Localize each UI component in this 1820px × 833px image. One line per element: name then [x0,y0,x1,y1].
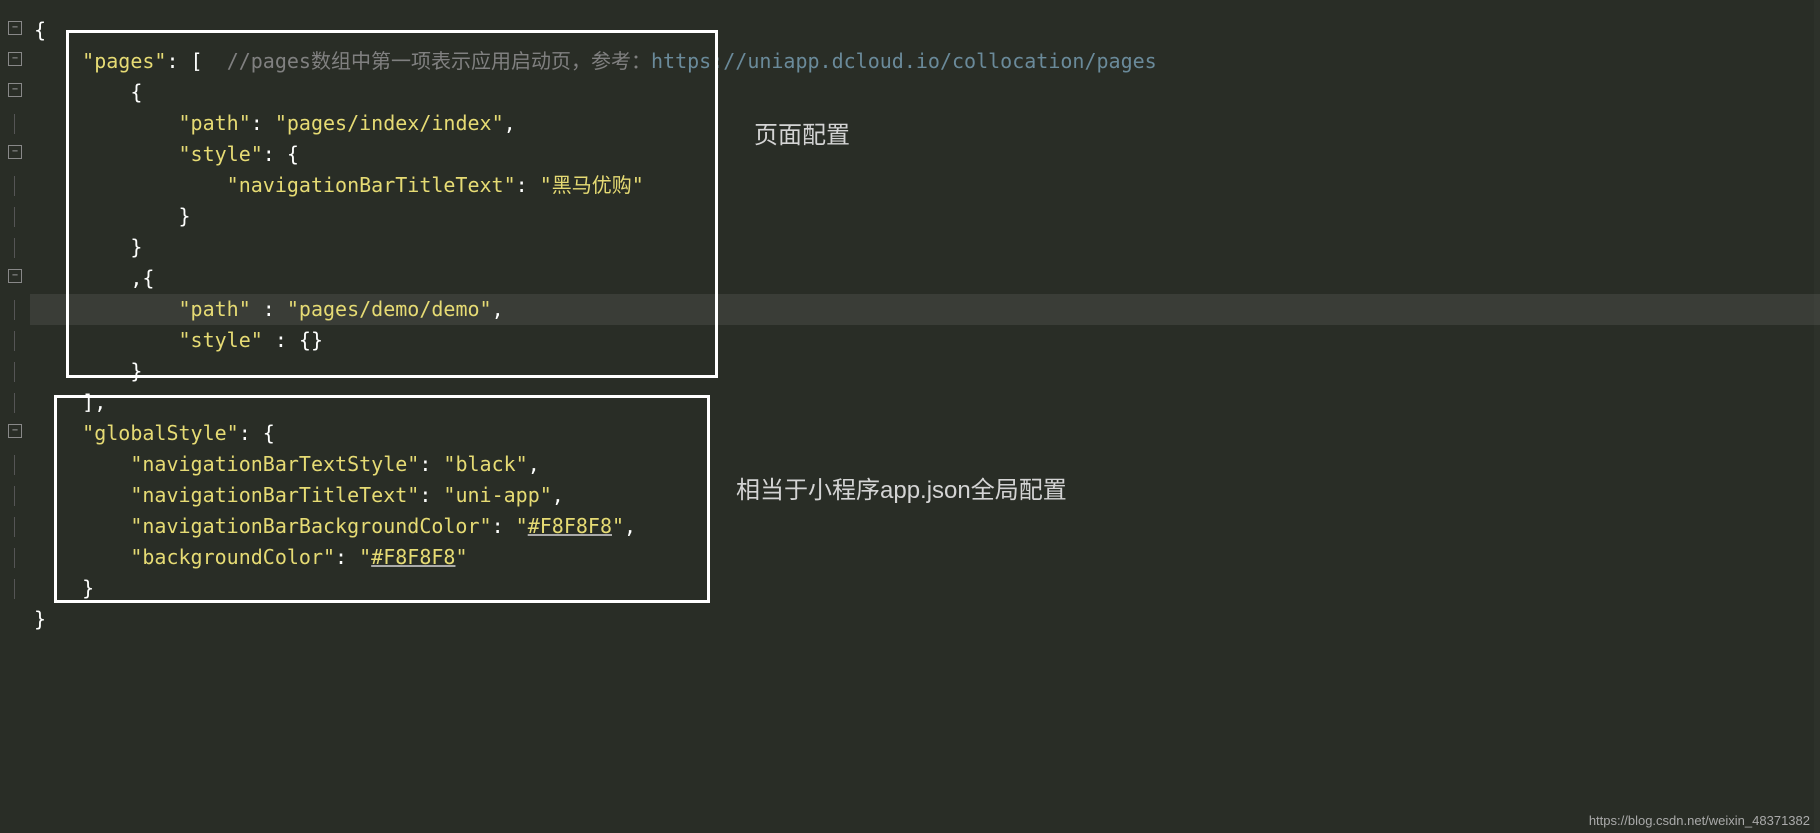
code-editor[interactable]: { "pages": [ //pages数组中第一项表示应用启动页，参考：htt… [30,0,1820,833]
code-line[interactable]: ,{ [30,263,1820,294]
gutter-guide [14,517,15,537]
gutter-guide [14,362,15,382]
code-line-highlighted[interactable]: "path" : "pages/demo/demo", [30,294,1820,325]
code-line[interactable]: } [30,573,1820,604]
brace-close: } [34,607,46,631]
code-line[interactable]: } [30,604,1820,635]
gutter-guide [14,455,15,475]
json-value: "uni-app" [443,483,551,507]
json-key: "style" [179,142,263,166]
code-line[interactable]: { [30,77,1820,108]
fold-icon[interactable]: − [8,269,22,283]
gutter-guide [14,207,15,227]
json-key: "navigationBarBackgroundColor" [130,514,491,538]
json-key: "backgroundColor" [130,545,335,569]
json-key: "path" [179,297,251,321]
comment-text: //pages数组中第一项表示应用启动页，参考： [227,49,651,73]
json-key: "pages" [82,49,166,73]
json-value: "黑马优购" [540,173,644,197]
code-line[interactable]: "style": { [30,139,1820,170]
json-color-value: #F8F8F8 [371,545,455,569]
code-line[interactable]: { [30,15,1820,46]
gutter-guide [14,579,15,599]
fold-icon[interactable]: − [8,21,22,35]
gutter-guide [14,238,15,258]
fold-icon[interactable]: − [8,145,22,159]
code-line[interactable]: "pages": [ //pages数组中第一项表示应用启动页，参考：https… [30,46,1820,77]
code-line[interactable]: ], [30,387,1820,418]
json-key: "globalStyle" [82,421,239,445]
code-line[interactable]: } [30,232,1820,263]
code-line[interactable]: "backgroundColor": "#F8F8F8" [30,542,1820,573]
code-line[interactable]: "globalStyle": { [30,418,1820,449]
gutter-guide [14,300,15,320]
json-value: "pages/index/index" [275,111,504,135]
gutter-guide [14,114,15,134]
gutter-guide [14,548,15,568]
json-key: "navigationBarTextStyle" [130,452,419,476]
comment-url: https://uniapp.dcloud.io/collocation/pag… [651,49,1157,73]
annotation-label-pages: 页面配置 [754,115,850,150]
code-line[interactable]: } [30,356,1820,387]
json-key: "style" [179,328,263,352]
json-value: "black" [443,452,527,476]
editor-gutter: − − − − − − [0,0,30,833]
scrollbar-strip[interactable] [1814,0,1820,833]
gutter-guide [14,331,15,351]
json-value: "pages/demo/demo" [287,297,492,321]
code-line[interactable]: "path": "pages/index/index", [30,108,1820,139]
annotation-label-global: 相当于小程序app.json全局配置 [736,470,1067,505]
json-key: "navigationBarTitleText" [130,483,419,507]
json-color-value: #F8F8F8 [528,514,612,538]
json-key: "navigationBarTitleText" [227,173,516,197]
code-line[interactable]: "navigationBarTitleText": "黑马优购" [30,170,1820,201]
gutter-guide [14,176,15,196]
code-line[interactable]: } [30,201,1820,232]
fold-icon[interactable]: − [8,83,22,97]
watermark-text: https://blog.csdn.net/weixin_48371382 [1589,813,1810,828]
gutter-guide [14,393,15,413]
fold-icon[interactable]: − [8,424,22,438]
code-line[interactable]: "style" : {} [30,325,1820,356]
json-key: "path" [179,111,251,135]
brace-open: { [34,18,46,42]
fold-icon[interactable]: − [8,52,22,66]
code-line[interactable]: "navigationBarBackgroundColor": "#F8F8F8… [30,511,1820,542]
gutter-guide [14,486,15,506]
